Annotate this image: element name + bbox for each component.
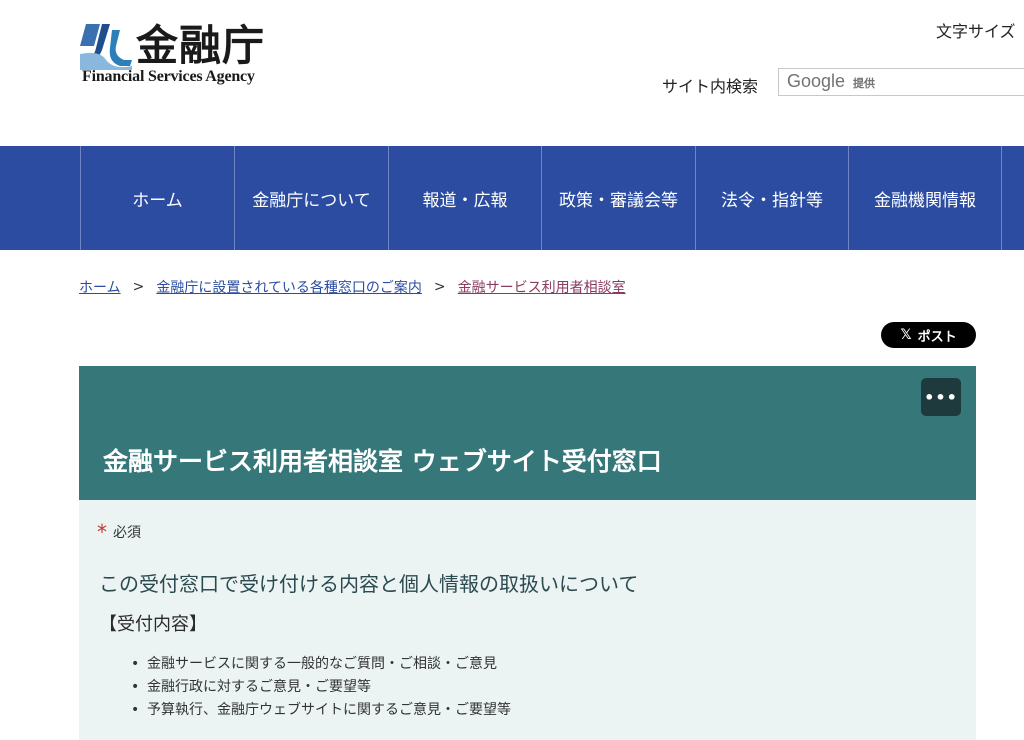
- breadcrumb-windows[interactable]: 金融庁に設置されている各種窓口のご案内: [156, 277, 422, 297]
- x-logo-icon: 𝕏: [900, 327, 912, 343]
- list-item: 予算執行、金融庁ウェブサイトに関するご意見・ご要望等: [129, 699, 511, 722]
- nav-item-about[interactable]: 金融庁について: [234, 146, 388, 250]
- nav-item-laws[interactable]: 法令・指針等: [695, 146, 848, 250]
- list-item: 金融行政に対するご意見・ご要望等: [129, 676, 511, 699]
- list-item: 金融サービスに関する一般的なご質問・ご相談・ご意見: [129, 653, 511, 676]
- required-label: 必須: [113, 525, 141, 541]
- main-nav: ホーム 金融庁について 報道・広報 政策・審議会等 法令・指針等 金融機関情報: [0, 146, 1024, 250]
- breadcrumb-current[interactable]: 金融サービス利用者相談室: [458, 277, 626, 297]
- nav-item-press[interactable]: 報道・広報: [388, 146, 541, 250]
- google-provided-label: 提供: [853, 77, 875, 90]
- section-title: この受付窓口で受け付ける内容と個人情報の取扱いについて: [99, 572, 639, 596]
- x-post-button[interactable]: 𝕏 ポスト: [881, 322, 976, 348]
- logo-kanji: 金融庁: [136, 21, 266, 70]
- x-post-label: ポスト: [917, 329, 957, 345]
- logo-english: Financial Services Agency: [82, 68, 255, 85]
- required-legend: * 必須: [97, 520, 141, 544]
- nav-item-home[interactable]: ホーム: [80, 146, 234, 250]
- breadcrumb-separator: >: [433, 279, 446, 295]
- site-search-input[interactable]: Google 提供: [778, 68, 1024, 96]
- more-options-button[interactable]: •••: [921, 378, 961, 416]
- agency-logo-mark-icon: [80, 20, 132, 70]
- nav-item-institutions[interactable]: 金融機関情報: [848, 146, 1002, 250]
- form-header: ••• 金融サービス利用者相談室 ウェブサイト受付窓口: [79, 366, 976, 500]
- font-size-label: 文字サイズ: [936, 22, 1016, 41]
- breadcrumb: ホーム > 金融庁に設置されている各種窓口のご案内 > 金融サービス利用者相談室: [79, 277, 626, 297]
- breadcrumb-home[interactable]: ホーム: [79, 277, 121, 297]
- google-wordmark: Google: [787, 71, 846, 91]
- nav-item-policy[interactable]: 政策・審議会等: [541, 146, 695, 250]
- site-search-label: サイト内検索: [662, 77, 759, 96]
- form-body: * 必須 この受付窓口で受け付ける内容と個人情報の取扱いについて 【受付内容】 金…: [79, 500, 976, 740]
- reception-list: 金融サービスに関する一般的なご質問・ご相談・ご意見 金融行政に対するご意見・ご要…: [129, 653, 511, 722]
- form-title: 金融サービス利用者相談室 ウェブサイト受付窓口: [103, 447, 662, 476]
- agency-logo[interactable]: 金融庁 Financial Services Agency: [80, 20, 290, 90]
- breadcrumb-separator: >: [132, 279, 145, 295]
- required-asterisk: *: [97, 520, 107, 544]
- reception-subhead: 【受付内容】: [99, 614, 207, 635]
